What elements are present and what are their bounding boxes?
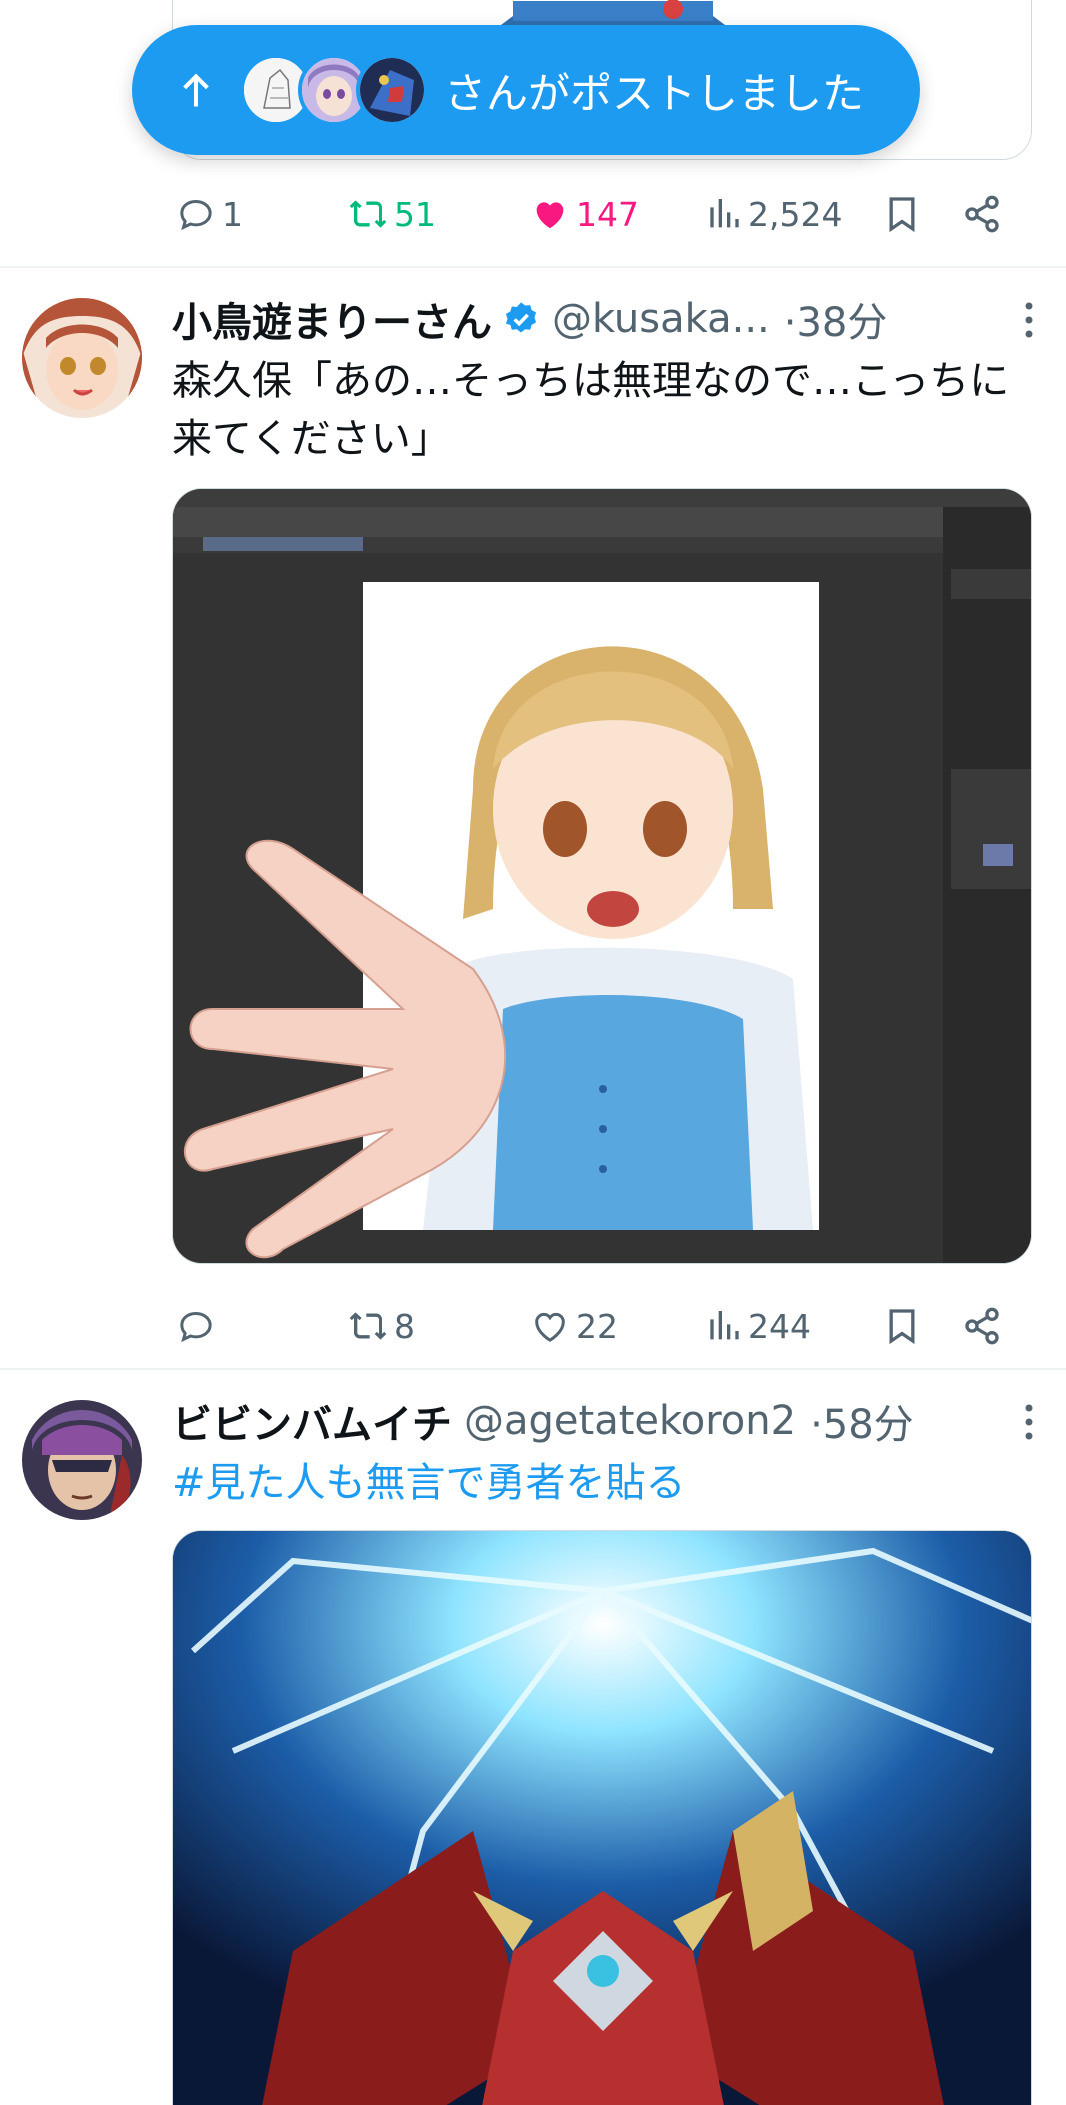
author-avatar[interactable]: [22, 1400, 142, 1520]
post-header: ビビンバムイチ @agetatekoron2 ·58分: [172, 1390, 1044, 1452]
share-icon: [965, 1307, 999, 1345]
bookmark-button[interactable]: [882, 184, 922, 244]
views-button[interactable]: 2,524: [702, 184, 842, 244]
display-name[interactable]: 小鳥遊まりーさん: [172, 290, 492, 348]
repost-icon: [349, 1312, 387, 1340]
post-text: 森久保「あの…そっちは無理なので…こっちに来てください」: [172, 358, 1010, 462]
bookmark-icon: [889, 1309, 915, 1345]
post-actions: 1 51 147 2,524: [172, 184, 1012, 244]
view-count: 244: [748, 1306, 811, 1346]
share-button[interactable]: [962, 184, 1002, 244]
new-posts-pill[interactable]: さんがポストしました: [132, 25, 920, 155]
like-count: 147: [576, 194, 639, 234]
reply-icon: [180, 199, 212, 231]
avatar-image: [22, 1400, 142, 1520]
avatar: [356, 54, 428, 126]
new-posts-label: さんがポストしました: [444, 68, 865, 118]
media-illustration: [173, 1531, 1031, 2105]
repost-count: 51: [394, 194, 436, 234]
author-handle[interactable]: @agetatekoron2: [464, 1398, 796, 1444]
media-illustration: [173, 489, 1031, 1263]
author-avatar[interactable]: [22, 298, 142, 418]
views-icon: [710, 1311, 739, 1340]
display-name[interactable]: ビビンバムイチ: [172, 1392, 452, 1450]
more-icon[interactable]: [1014, 1402, 1044, 1442]
repost-count: 8: [394, 1306, 415, 1346]
repost-button[interactable]: 8: [348, 1296, 415, 1356]
repost-icon: [349, 200, 387, 228]
post-header: 小鳥遊まりーさん @kusaka... ·38分: [172, 288, 1044, 350]
reply-button[interactable]: 1: [176, 184, 243, 244]
share-button[interactable]: [962, 1296, 1002, 1356]
post-agetatekoron2[interactable]: ビビンバムイチ @agetatekoron2 ·58分 #見た人も無言で勇者を貼…: [0, 1370, 1066, 2105]
reply-icon: [180, 1311, 212, 1343]
author-handle[interactable]: @kusaka...: [552, 296, 770, 342]
view-count: 2,524: [748, 194, 843, 234]
bookmark-button[interactable]: [882, 1296, 922, 1356]
like-count: 22: [576, 1306, 618, 1346]
verified-badge-icon: [505, 302, 537, 333]
repost-button[interactable]: 51: [348, 184, 436, 244]
views-icon: [710, 199, 739, 228]
more-icon[interactable]: [1014, 300, 1044, 340]
post-time[interactable]: ·58分: [810, 1392, 914, 1450]
post-actions: 8 22 244: [172, 1296, 1012, 1356]
arrow-up-icon: [183, 73, 209, 107]
reply-button[interactable]: [176, 1296, 222, 1356]
share-icon: [965, 195, 999, 233]
reply-count: 1: [222, 194, 243, 234]
views-button[interactable]: 244: [702, 1296, 811, 1356]
like-button[interactable]: 22: [530, 1296, 618, 1356]
post-media[interactable]: [172, 488, 1032, 1264]
post-media[interactable]: [172, 1530, 1032, 2105]
post-kusaka[interactable]: 小鳥遊まりーさん @kusaka... ·38分 森久保「あの…そっちは無理なの…: [0, 268, 1066, 1368]
like-icon: [535, 1312, 565, 1342]
hashtag-link[interactable]: #見た人も無言で勇者を貼る: [172, 1454, 1044, 1512]
avatar-image: [22, 298, 142, 418]
post-time[interactable]: ·38分: [784, 290, 888, 348]
avatar-image: [360, 58, 424, 122]
bookmark-icon: [889, 197, 915, 233]
like-icon: [536, 202, 564, 229]
like-button[interactable]: 147: [530, 184, 639, 244]
